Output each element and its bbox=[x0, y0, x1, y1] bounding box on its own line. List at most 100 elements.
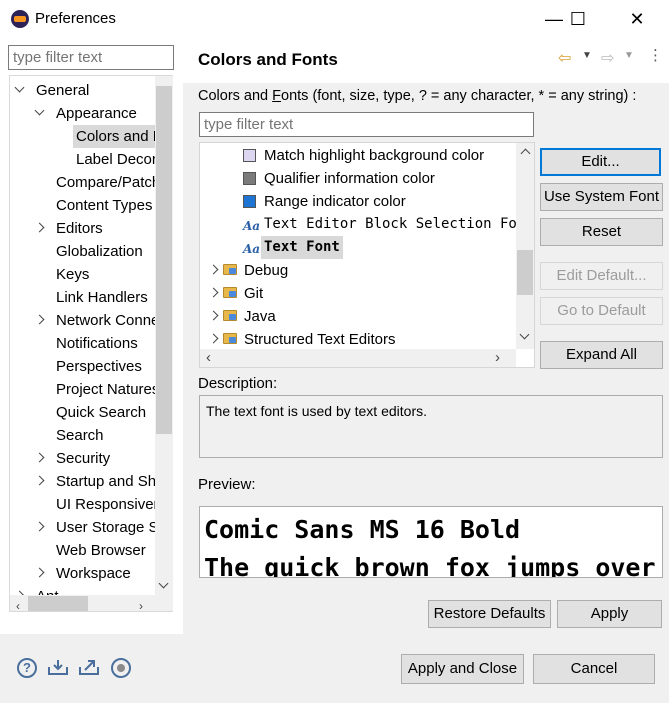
collapse-chevron-icon[interactable] bbox=[14, 84, 26, 96]
expand-chevron-icon[interactable] bbox=[208, 333, 220, 345]
edit-button[interactable]: Edit... bbox=[540, 148, 661, 176]
category-folder-icon bbox=[223, 287, 237, 298]
reset-button[interactable]: Reset bbox=[540, 218, 663, 246]
tree-item-label: Content Types bbox=[56, 197, 153, 214]
preview-label: Preview: bbox=[198, 476, 256, 493]
color-font-item[interactable]: Structured Text Editors bbox=[200, 328, 516, 351]
tree-vertical-scrollbar[interactable] bbox=[155, 76, 173, 595]
scroll-left-arrow-icon[interactable]: ‹ bbox=[206, 349, 211, 366]
export-icon[interactable] bbox=[78, 658, 100, 676]
expand-chevron-icon[interactable] bbox=[34, 222, 46, 234]
preference-tree-items: GeneralAppearanceColors and FontsLabel D… bbox=[10, 79, 173, 605]
color-font-item-label: Structured Text Editors bbox=[244, 331, 396, 348]
go-to-default-button[interactable]: Go to Default bbox=[540, 297, 663, 325]
preference-tree: GeneralAppearanceColors and FontsLabel D… bbox=[9, 75, 173, 612]
tree-item-label: Security bbox=[56, 450, 111, 467]
view-menu-icon[interactable]: ⋮ bbox=[648, 46, 663, 64]
scroll-up-arrow-icon[interactable] bbox=[519, 145, 531, 157]
forward-arrow-icon: ⇨ bbox=[601, 50, 615, 67]
tree-horizontal-scroll-thumb[interactable] bbox=[28, 596, 88, 611]
navigator-filter-input[interactable] bbox=[8, 45, 174, 70]
tree-vertical-scroll-thumb[interactable] bbox=[156, 86, 172, 434]
tree-item-label: Search bbox=[56, 427, 104, 444]
tree-item-label: Globalization bbox=[56, 243, 143, 260]
expand-chevron-icon[interactable] bbox=[34, 567, 46, 579]
use-system-font-button[interactable]: Use System Font bbox=[540, 183, 663, 211]
color-font-item[interactable]: Qualifier information color bbox=[200, 167, 516, 190]
colors-vertical-scroll-thumb[interactable] bbox=[517, 250, 533, 295]
color-font-item-label: Debug bbox=[244, 262, 289, 279]
expand-chevron-icon[interactable] bbox=[34, 475, 46, 487]
back-arrow-icon[interactable]: ⇦ bbox=[558, 48, 571, 68]
page-header: Colors and Fonts ⇦ ▼ ⇨ ▼ ⋮ bbox=[183, 38, 669, 83]
scroll-down-arrow-icon[interactable] bbox=[519, 331, 531, 343]
colors-horizontal-scrollbar[interactable]: ‹ › bbox=[200, 349, 516, 367]
colors-filter-input[interactable] bbox=[199, 112, 534, 137]
color-font-item[interactable]: Range indicator color bbox=[200, 190, 516, 213]
maximize-button[interactable]: ☐ bbox=[555, 0, 601, 38]
tree-item-label: Web Browser bbox=[56, 542, 146, 559]
expand-chevron-icon[interactable] bbox=[208, 287, 220, 299]
tree-item-label: Project Natures bbox=[56, 381, 160, 398]
eclipse-icon bbox=[11, 10, 29, 28]
apply-and-close-button[interactable]: Apply and Close bbox=[401, 654, 524, 684]
color-swatch-icon bbox=[243, 149, 256, 162]
import-icon[interactable] bbox=[47, 658, 69, 676]
expand-all-button[interactable]: Expand All bbox=[540, 341, 663, 369]
title-bar: Preferences — ☐ ✕ bbox=[0, 0, 669, 38]
tree-horizontal-scrollbar[interactable]: ‹ › bbox=[10, 595, 173, 611]
record-icon[interactable] bbox=[111, 658, 131, 678]
tree-item-label: Workspace bbox=[56, 565, 131, 582]
expand-chevron-icon[interactable] bbox=[34, 521, 46, 533]
colors-vertical-scrollbar[interactable] bbox=[516, 143, 534, 349]
close-button[interactable]: ✕ bbox=[614, 0, 660, 38]
window-title: Preferences bbox=[35, 10, 116, 27]
restore-defaults-button[interactable]: Restore Defaults bbox=[428, 600, 551, 628]
preference-page: Colors and Fonts ⇦ ▼ ⇨ ▼ ⋮ Colors and Fo… bbox=[183, 38, 669, 634]
color-swatch-icon bbox=[243, 172, 256, 185]
expand-chevron-icon[interactable] bbox=[34, 452, 46, 464]
expand-chevron-icon[interactable] bbox=[34, 314, 46, 326]
colors-fonts-instructions: Colors and Fonts (font, size, type, ? = … bbox=[198, 88, 637, 104]
color-font-item[interactable]: Git bbox=[200, 282, 516, 305]
scroll-right-arrow-icon[interactable]: › bbox=[495, 349, 500, 366]
color-font-item[interactable]: Java bbox=[200, 305, 516, 328]
color-font-item-label: Text Font bbox=[261, 236, 343, 259]
color-font-item-label: Git bbox=[244, 285, 264, 302]
scroll-right-arrow-icon[interactable]: › bbox=[139, 599, 143, 611]
color-font-item-label: Match highlight background color bbox=[264, 147, 485, 164]
category-folder-icon bbox=[223, 333, 237, 344]
scroll-left-arrow-icon[interactable]: ‹ bbox=[16, 599, 20, 611]
color-font-item-label: Text Editor Block Selection Font bbox=[264, 216, 534, 232]
color-swatch-icon bbox=[243, 195, 256, 208]
collapse-chevron-icon[interactable] bbox=[34, 107, 46, 119]
preview-line-1: Comic Sans MS 16 Bold bbox=[204, 515, 521, 544]
color-font-item[interactable]: Aa Text Editor Block Selection Font bbox=[200, 213, 534, 236]
page-title: Colors and Fonts bbox=[198, 50, 338, 69]
expand-chevron-icon[interactable] bbox=[208, 264, 220, 276]
font-preview-box: Comic Sans MS 16 Bold The quick brown fo… bbox=[199, 506, 663, 578]
colors-fonts-tree: Match highlight background color Qualifie… bbox=[199, 142, 535, 368]
cancel-button[interactable]: Cancel bbox=[533, 654, 655, 684]
description-label: Description: bbox=[198, 375, 278, 392]
color-font-item[interactable]: Match highlight background color bbox=[200, 144, 516, 167]
tree-item-label: Editors bbox=[56, 220, 103, 237]
tree-item-label: Appearance bbox=[56, 105, 137, 122]
edit-default-button[interactable]: Edit Default... bbox=[540, 262, 663, 290]
tree-item-label: Quick Search bbox=[56, 404, 147, 421]
tree-item-label: Notifications bbox=[56, 335, 138, 352]
back-dropdown-icon[interactable]: ▼ bbox=[582, 50, 592, 61]
forward-dropdown-icon: ▼ bbox=[624, 50, 634, 61]
tree-item-label: Perspectives bbox=[56, 358, 142, 375]
expand-chevron-icon[interactable] bbox=[208, 310, 220, 322]
color-font-item[interactable]: Debug bbox=[200, 259, 516, 282]
tree-item-label: Compare/Patch bbox=[56, 174, 161, 191]
color-font-item[interactable]: Aa Text Font bbox=[200, 236, 516, 259]
description-box: The text font is used by text editors. bbox=[199, 395, 663, 458]
help-icon[interactable]: ? bbox=[17, 658, 37, 678]
dialog-button-bar: ? Apply and Close Cancel bbox=[0, 634, 669, 703]
scroll-down-arrow-icon[interactable] bbox=[158, 580, 170, 592]
font-icon: Aa bbox=[243, 219, 261, 233]
color-font-item-label: Qualifier information color bbox=[264, 170, 435, 187]
apply-button[interactable]: Apply bbox=[557, 600, 662, 628]
